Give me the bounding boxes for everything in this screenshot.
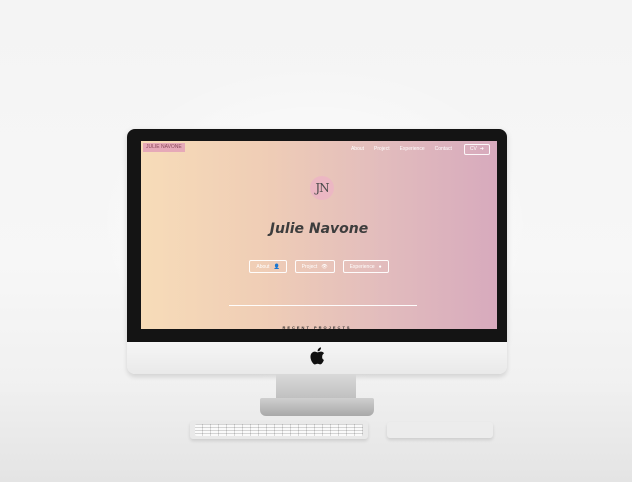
about-button[interactable]: About 👤 [249,260,287,273]
circle-icon: ● [378,263,382,270]
nav-about[interactable]: About [351,144,364,154]
project-button[interactable]: Project 👁 [294,260,335,273]
trackpad [387,422,493,438]
arrow-right-icon: ➜ [479,146,484,152]
monitor-stand-base [260,398,374,416]
project-label: Project [301,263,318,270]
nav-project[interactable]: Project [374,144,390,154]
avatar: JN [310,176,334,200]
keyboard-keys [195,424,363,436]
top-nav: About Project Experience Contact CV ➜ [351,143,497,155]
cv-button[interactable]: CV ➜ [463,143,490,155]
apple-icon [310,347,325,365]
avatar-initials: JN [315,181,329,195]
experience-label: Experience [349,263,375,270]
nav-contact[interactable]: Contact [435,144,452,154]
eye-icon: 👁 [321,263,328,270]
website-screen: JULIE NAVONE About Project Experience Co… [141,141,497,329]
hero-divider [229,305,417,306]
experience-button[interactable]: Experience ● [342,260,389,273]
hero-buttons: About 👤 Project 👁 Experience ● [141,260,497,273]
keyboard [190,421,368,439]
nav-experience[interactable]: Experience [400,144,425,154]
user-icon: 👤 [273,263,280,270]
hero-name: Julie Navone [269,221,369,237]
site-logo[interactable]: JULIE NAVONE [143,143,185,152]
cv-label: CV [469,146,477,152]
section-title: RECENT PROJECTS [282,325,352,330]
about-label: About [256,263,270,270]
